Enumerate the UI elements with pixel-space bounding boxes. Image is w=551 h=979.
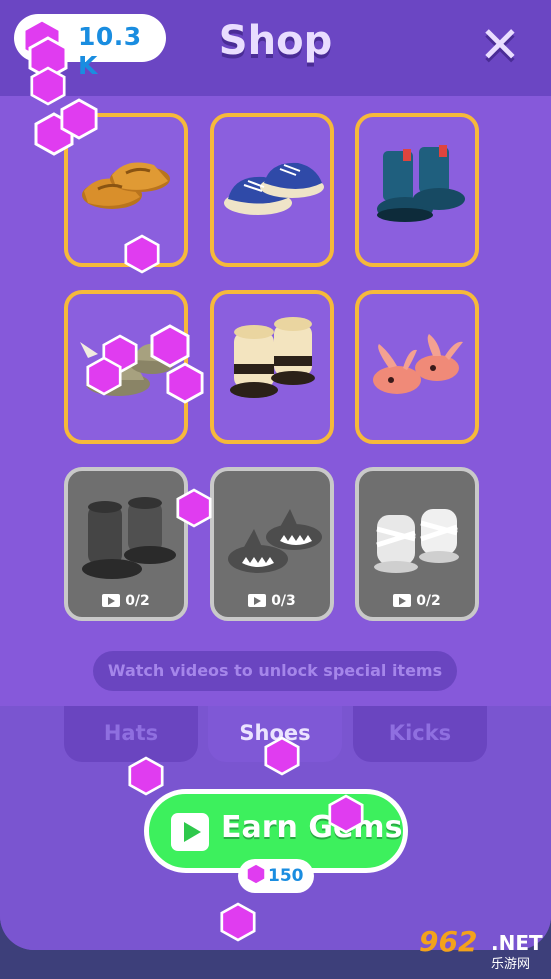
play-icon <box>171 813 209 851</box>
shop-item-pink-bunny-slippers[interactable] <box>355 290 479 444</box>
unlock-progress-value: 0/2 <box>416 593 441 609</box>
close-icon[interactable]: ✕ <box>476 20 524 70</box>
unlock-progress: 0/3 <box>214 593 330 609</box>
gem-icon <box>264 736 300 776</box>
shop-item-blue-boots[interactable] <box>355 113 479 267</box>
unlock-progress: 0/2 <box>68 593 184 609</box>
unlock-progress-value: 0/3 <box>271 593 296 609</box>
video-icon <box>393 594 412 607</box>
earn-gems-label: Earn Gems <box>221 810 403 845</box>
video-icon <box>248 594 267 607</box>
shop-item-black-boots[interactable]: 0/2 <box>64 467 188 621</box>
gem-icon <box>176 488 212 528</box>
page-title: Shop <box>218 18 333 64</box>
gem-icon <box>246 863 266 885</box>
gem-icon <box>128 756 164 796</box>
unlock-progress: 0/2 <box>359 593 475 609</box>
site-watermark: 962 .NET 乐游网 <box>411 925 547 975</box>
gem-icon <box>124 234 160 274</box>
gem-icon <box>86 356 122 396</box>
video-icon <box>102 594 121 607</box>
watermark-suffix: .NET <box>491 931 543 955</box>
black-boots-icon <box>82 497 176 579</box>
tab-hats[interactable]: Hats <box>64 706 198 762</box>
pink-bunny-slippers-icon <box>373 334 463 394</box>
cream-sandal-boots-icon <box>230 317 315 398</box>
shark-slippers-icon <box>228 509 322 573</box>
watermark-number: 962 <box>419 925 478 958</box>
shop-item-white-strap-shoes[interactable]: 0/2 <box>355 467 479 621</box>
shop-item-shark-slippers[interactable]: 0/3 <box>210 467 334 621</box>
blue-boots-icon <box>377 145 465 222</box>
gem-icon <box>60 98 98 140</box>
unlock-hint: Watch videos to unlock special items <box>93 651 457 691</box>
watermark-site: 乐游网 <box>491 957 531 972</box>
blue-sneakers-icon <box>224 162 324 215</box>
unlock-progress-value: 0/2 <box>125 593 150 609</box>
shop-panel: 10.3 K Shop ✕ 0/2 0/3 0/2 Watch videos t… <box>0 0 551 950</box>
gem-icon <box>328 794 364 834</box>
gem-icon <box>166 362 204 404</box>
shop-item-cream-sandal-boots[interactable] <box>210 290 334 444</box>
gem-reward-value: 150 <box>268 866 304 886</box>
tab-kicks[interactable]: Kicks <box>353 706 487 762</box>
white-strap-shoes-icon <box>374 509 459 573</box>
gem-icon <box>220 902 256 942</box>
shop-item-blue-sneakers[interactable] <box>210 113 334 267</box>
